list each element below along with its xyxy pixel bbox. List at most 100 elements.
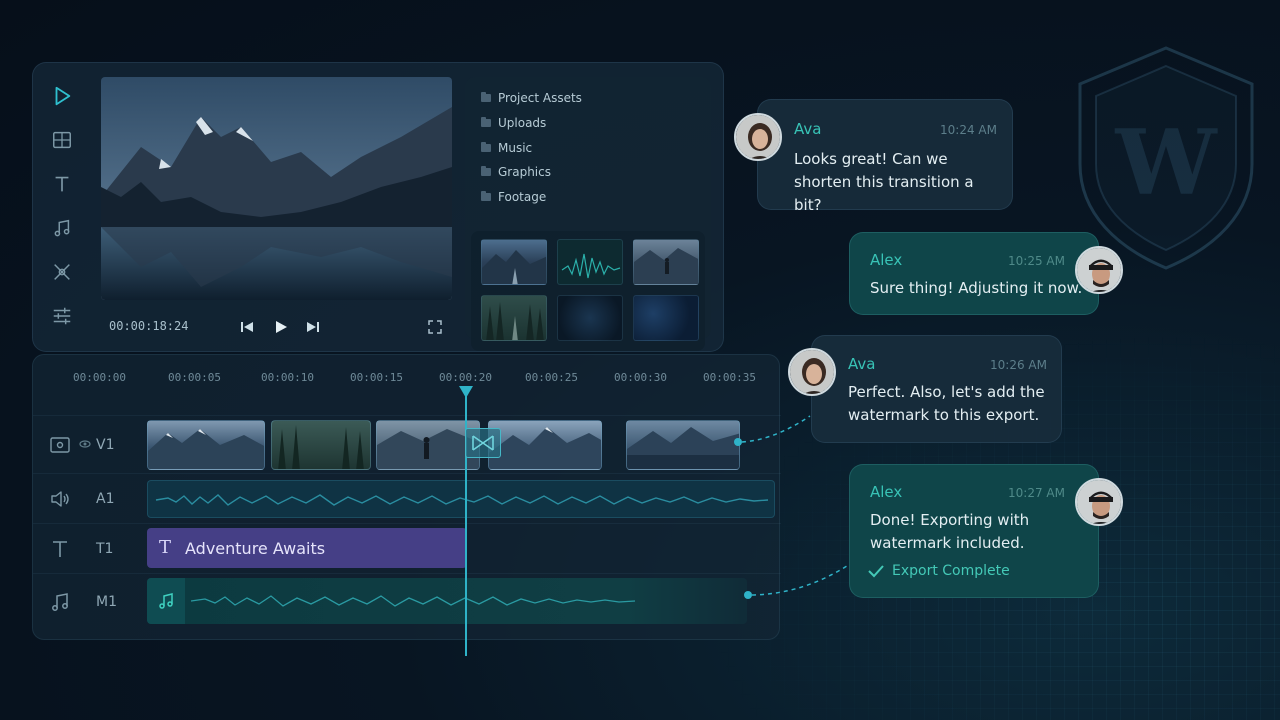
ruler-label: 00:00:25 — [525, 371, 578, 384]
track-t1: T1 T Adventure Awaits — [33, 523, 781, 573]
message-time: 10:24 AM — [940, 123, 997, 137]
video-clip-mountains[interactable] — [147, 420, 265, 470]
adjust-tool-button[interactable] — [45, 299, 79, 333]
play-icon — [276, 321, 287, 333]
audio-clip[interactable] — [147, 480, 775, 518]
message-author: Ava — [794, 120, 822, 138]
comment-connector — [744, 563, 851, 599]
music-waveform — [191, 595, 636, 607]
folder-label: Uploads — [498, 116, 547, 130]
track-m1: M1 — [33, 573, 781, 629]
video-clip-forest[interactable] — [271, 420, 371, 470]
folder-label: Graphics — [498, 165, 551, 179]
preview-timecode: 00:00:18:24 — [109, 319, 189, 333]
folder-label: Footage — [498, 190, 547, 204]
music-note-icon — [54, 219, 70, 237]
audio-waveform — [155, 494, 769, 506]
export-status-label: Export Complete — [892, 563, 1010, 579]
track-v1: V1 — [33, 415, 781, 473]
folder-icon — [481, 92, 491, 102]
watermark-letter: W — [1114, 110, 1218, 216]
audio-tool-button[interactable] — [45, 211, 79, 245]
message-time: 10:25 AM — [1008, 254, 1065, 268]
checkmark-icon — [868, 565, 884, 578]
export-status: Export Complete — [868, 563, 1010, 579]
skip-back-button[interactable] — [235, 315, 259, 339]
preview-frame-mountain-lake — [101, 77, 452, 300]
ruler-label: 00:00:00 — [73, 371, 126, 384]
skip-forward-button[interactable] — [301, 315, 325, 339]
avatar-ava[interactable] — [788, 348, 836, 396]
play-button[interactable] — [269, 315, 293, 339]
music-note-icon — [159, 593, 173, 609]
track-header: V1 — [33, 416, 133, 473]
play-icon — [55, 86, 71, 106]
folder-footage[interactable]: Footage — [481, 190, 546, 204]
adjustments-icon — [53, 307, 71, 325]
skip-forward-icon — [307, 322, 319, 332]
ruler-label: 00:00:30 — [614, 371, 667, 384]
chat-message: Alex 10:27 AM Done! Exporting with water… — [849, 464, 1099, 598]
playback-controls: 00:00:18:24 — [101, 313, 452, 341]
chat-message: Ava 10:24 AM Looks great! Can we shorten… — [757, 99, 1013, 214]
track-name: T1 — [96, 540, 114, 557]
music-track-icon — [52, 592, 68, 611]
music-clip[interactable] — [147, 578, 747, 624]
folder-icon — [481, 166, 491, 176]
message-text: Done! Exporting with watermark included. — [870, 511, 1030, 552]
comment-connector — [734, 415, 811, 446]
playhead-handle[interactable] — [459, 386, 473, 398]
music-clip-badge — [147, 578, 185, 624]
ruler-label: 00:00:20 — [439, 371, 492, 384]
message-author: Alex — [870, 483, 903, 501]
track-header: A1 — [33, 474, 133, 523]
video-clip-peaks[interactable] — [488, 420, 602, 470]
chat-message: Alex 10:25 AM Sure thing! Adjusting it n… — [849, 232, 1099, 315]
thumbnail-stars[interactable] — [633, 295, 699, 341]
track-a1: A1 — [33, 473, 781, 523]
video-preview[interactable] — [101, 77, 452, 300]
transition-marker[interactable] — [465, 428, 501, 458]
text-track-icon — [53, 540, 67, 557]
folder-project-assets[interactable]: Project Assets — [481, 91, 582, 105]
track-header: T1 — [33, 524, 133, 573]
media-tool-button[interactable] — [45, 123, 79, 157]
title-clip[interactable]: T Adventure Awaits — [147, 528, 467, 568]
play-tool-button[interactable] — [45, 79, 79, 113]
ruler-label: 00:00:05 — [168, 371, 221, 384]
editor-panel: 00:00:18:24 Project Assets Uploads Music… — [32, 62, 724, 352]
folder-label: Project Assets — [498, 91, 582, 105]
ruler-label: 00:00:15 — [350, 371, 403, 384]
avatar-alex[interactable] — [1075, 246, 1123, 294]
transition-icon — [472, 435, 494, 451]
message-author: Alex — [870, 251, 903, 269]
transitions-tool-button[interactable] — [45, 255, 79, 289]
folder-icon — [481, 117, 491, 127]
thumbnail-particles[interactable] — [557, 295, 623, 341]
message-time: 10:26 AM — [990, 358, 1047, 372]
video-clip-lake[interactable] — [626, 420, 740, 470]
visibility-icon[interactable] — [79, 438, 91, 450]
fullscreen-icon — [428, 320, 442, 334]
folder-uploads[interactable]: Uploads — [481, 116, 546, 130]
title-clip-label: Adventure Awaits — [185, 539, 326, 558]
folder-graphics[interactable]: Graphics — [481, 165, 551, 179]
folder-music[interactable]: Music — [481, 141, 532, 155]
watermark-shield-icon: W — [1078, 46, 1254, 270]
avatar-ava[interactable] — [734, 113, 782, 161]
timeline-panel: 00:00:00 00:00:05 00:00:10 00:00:15 00:0… — [32, 354, 781, 640]
thumbnail-waveform[interactable] — [557, 239, 623, 285]
fullscreen-button[interactable] — [423, 315, 447, 339]
thumbnail-forest-road[interactable] — [481, 295, 547, 341]
tool-sidebar — [45, 79, 79, 343]
thumbnail-mountain-road[interactable] — [481, 239, 547, 285]
text-tool-button[interactable] — [45, 167, 79, 201]
track-header: M1 — [33, 574, 133, 629]
thumbnail-hiker[interactable] — [633, 239, 699, 285]
ruler-label: 00:00:10 — [261, 371, 314, 384]
message-time: 10:27 AM — [1008, 486, 1065, 500]
avatar-alex[interactable] — [1075, 478, 1123, 526]
message-author: Ava — [848, 355, 876, 373]
message-text: Sure thing! Adjusting it now. — [870, 279, 1083, 297]
folder-label: Music — [498, 141, 533, 155]
